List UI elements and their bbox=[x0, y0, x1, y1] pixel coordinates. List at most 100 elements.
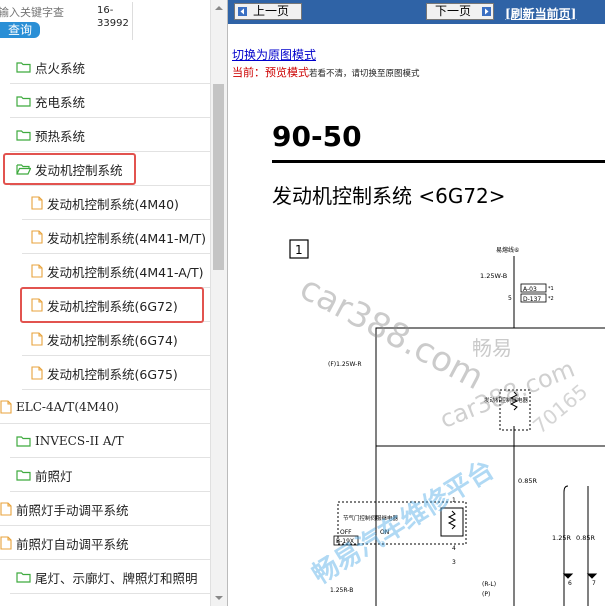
search-bar: 查询 16-33992 bbox=[0, 0, 210, 44]
document-icon bbox=[0, 400, 12, 414]
tree-item[interactable]: 前照灯 bbox=[0, 458, 210, 492]
on-label: ON bbox=[380, 529, 389, 536]
star-2: *2 bbox=[548, 296, 554, 302]
tree-item-label: ELC-4A/T(4M40) bbox=[16, 400, 119, 414]
tree-item[interactable]: 发动机控制系统(6G74) bbox=[0, 322, 210, 356]
tree-item-label: 前照灯自动调平系统 bbox=[16, 536, 129, 552]
star-1: *1 bbox=[548, 286, 554, 292]
selection-highlight bbox=[3, 153, 136, 185]
document-icon bbox=[0, 502, 12, 516]
diagram-box-label: 1 bbox=[295, 243, 303, 257]
off-label: OFF bbox=[340, 529, 352, 536]
tree-item-label: 发动机控制系统(4M41-A/T) bbox=[47, 264, 204, 280]
ground-7 bbox=[586, 573, 598, 579]
tree-item[interactable]: 发动机控制系统(4M40) bbox=[0, 186, 210, 220]
wire-label-125r: 1.25R bbox=[552, 534, 571, 542]
tree-item-label: 发动机控制系统(6G75) bbox=[47, 366, 178, 382]
pin-1: 1 bbox=[452, 497, 456, 504]
pin-5: 5 bbox=[508, 295, 512, 302]
tree-item-label: 点火系统 bbox=[35, 60, 86, 76]
mode-status: 当前：预览模式若看不清，请切换至原图模式 bbox=[232, 64, 420, 80]
prev-page-label: 上一页 bbox=[253, 4, 290, 18]
tree-item[interactable]: INVECS-II A/T bbox=[0, 424, 210, 458]
tree-item-label: 前照灯 bbox=[35, 468, 73, 484]
tree-item[interactable]: 前照灯手动调平系统 bbox=[0, 492, 210, 526]
switch-mode-link[interactable]: 切换为原图模式 bbox=[232, 46, 316, 63]
tree-item[interactable]: 发动机控制系统(4M41-M/T) bbox=[0, 220, 210, 254]
tree-item[interactable]: 充电系统 bbox=[0, 84, 210, 118]
pin-3: 3 bbox=[452, 559, 456, 566]
folder-icon bbox=[16, 572, 31, 583]
conn-b19x: B-19X bbox=[336, 538, 354, 545]
scroll-thumb[interactable] bbox=[213, 84, 224, 270]
document-icon bbox=[31, 230, 43, 244]
next-page-button[interactable]: 下一页 bbox=[426, 3, 494, 20]
document-icon bbox=[31, 264, 43, 278]
page-number: 90-50 bbox=[272, 120, 362, 153]
selection-highlight bbox=[20, 287, 204, 323]
tree-scrollbar[interactable] bbox=[210, 0, 227, 606]
document-icon bbox=[31, 196, 43, 210]
ecu-outline bbox=[375, 327, 605, 447]
viewer-toolbar: 上一页 下一页 [刷新当前页] bbox=[228, 0, 605, 24]
mode-hint: 若看不清，请切换至原图模式 bbox=[309, 69, 420, 79]
document-icon bbox=[31, 366, 43, 380]
folder-icon bbox=[16, 62, 31, 73]
prev-page-button[interactable]: 上一页 bbox=[234, 3, 302, 20]
fusible-link-label: 易熔线⑥ bbox=[496, 246, 519, 254]
tree-item-label: INVECS-II A/T bbox=[35, 434, 124, 448]
scroll-up-icon[interactable] bbox=[211, 0, 227, 16]
tree-item-label: 发动机控制系统(4M41-M/T) bbox=[47, 230, 207, 246]
tree-item-label: 预热系统 bbox=[35, 128, 86, 144]
folder-icon bbox=[16, 470, 31, 481]
document-icon bbox=[0, 536, 12, 550]
wiring-diagram: 1 易熔线⑥ 1.25W-B A-03 *1 5 D-137 *2 (F)1.2… bbox=[289, 239, 605, 606]
folder-icon bbox=[16, 130, 31, 141]
scroll-down-icon[interactable] bbox=[211, 590, 227, 606]
pin-7: 7 bbox=[592, 580, 596, 587]
coil bbox=[447, 510, 457, 530]
tree-item[interactable]: 发动机控制系统(4M41-A/T) bbox=[0, 254, 210, 288]
page-rule bbox=[272, 160, 605, 163]
wire-label-125wb: 1.25W-B bbox=[480, 272, 507, 280]
wire-label-085r: 0.85R bbox=[518, 477, 537, 485]
conn-d137: D-137 bbox=[523, 296, 541, 303]
wire-label-085r2: 0.85R bbox=[576, 534, 595, 542]
arrow-left-icon bbox=[238, 7, 247, 16]
tree-item[interactable]: 前照灯自动调平系统 bbox=[0, 526, 210, 560]
wire-label-125rb: 1.25R-B bbox=[330, 587, 353, 594]
tree-item-label: 充电系统 bbox=[35, 94, 86, 110]
folder-icon bbox=[16, 436, 31, 447]
tree-item-label: 发动机控制系统(6G74) bbox=[47, 332, 178, 348]
page-title: 发动机控制系统 <6G72> bbox=[272, 184, 506, 208]
search-divider bbox=[132, 2, 133, 40]
pin-6: 6 bbox=[568, 580, 572, 587]
conn-a03: A-03 bbox=[523, 286, 537, 293]
folder-icon bbox=[16, 96, 31, 107]
p-label: (P) bbox=[482, 591, 490, 598]
switch-label: 节气门控制伺服继电器 bbox=[343, 514, 399, 522]
arrow-right-icon bbox=[482, 7, 491, 16]
result-id: 16-33992 bbox=[97, 5, 129, 29]
tree-item[interactable]: 预热系统 bbox=[0, 118, 210, 152]
wire-right-1 bbox=[563, 485, 569, 606]
ground-6 bbox=[562, 573, 574, 579]
tree-item[interactable]: 尾灯、示廓灯、牌照灯和照明 bbox=[0, 560, 210, 594]
tree-item[interactable]: ELC-4A/T(4M40) bbox=[0, 390, 210, 424]
tree-item[interactable]: 点火系统 bbox=[0, 50, 210, 84]
tree-item[interactable]: 发动机控制系统(6G75) bbox=[0, 356, 210, 390]
relay-label: 发动机控制继电器 bbox=[484, 396, 529, 404]
next-page-label: 下一页 bbox=[435, 4, 472, 18]
search-input[interactable] bbox=[0, 4, 76, 20]
pin-4: 4 bbox=[452, 545, 456, 552]
page-viewer: 上一页 下一页 [刷新当前页] 切换为原图模式 当前：预览模式若看不清，请切换至… bbox=[227, 0, 605, 606]
tree-item-label: 发动机控制系统(4M40) bbox=[47, 196, 179, 212]
refresh-page-link[interactable]: [刷新当前页] bbox=[505, 5, 576, 22]
document-icon bbox=[31, 332, 43, 346]
tree-item-label: 前照灯手动调平系统 bbox=[16, 502, 129, 518]
tree-panel: 查询 16-33992 点火系统充电系统预热系统发动机控制系统发动机控制系统(4… bbox=[0, 0, 210, 606]
f-wire-label: (F)1.25W-R bbox=[328, 361, 362, 368]
rl-label: (R-L) bbox=[482, 581, 496, 588]
search-button[interactable]: 查询 bbox=[0, 22, 40, 38]
row-divider bbox=[10, 593, 210, 594]
